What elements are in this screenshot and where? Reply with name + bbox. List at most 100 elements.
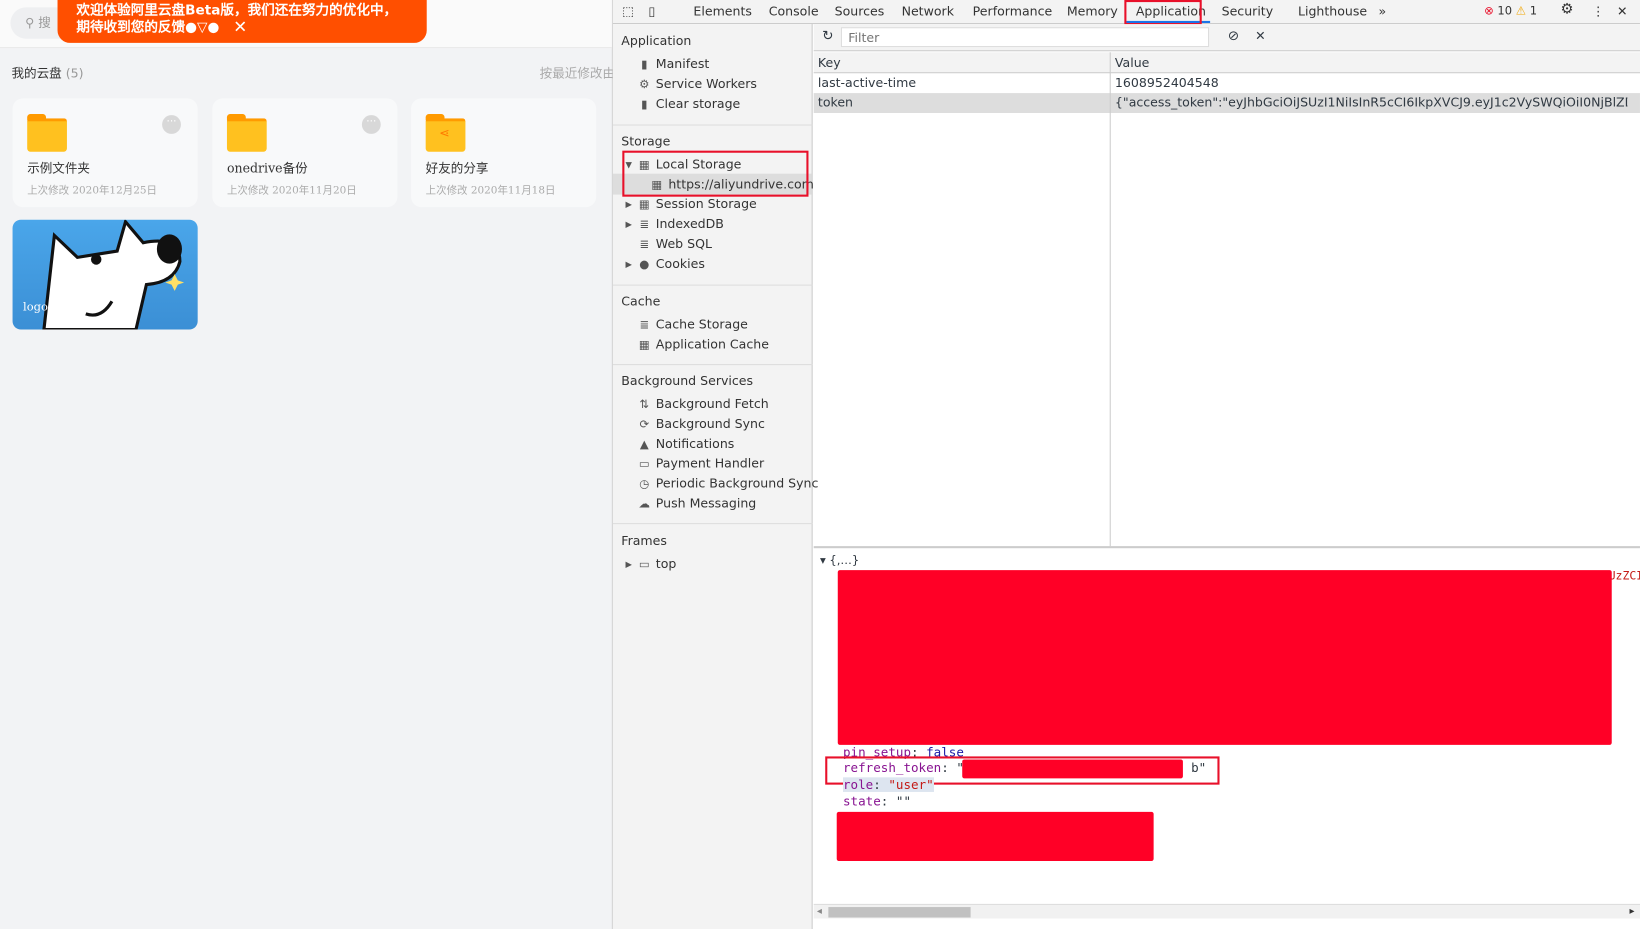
object-root: {,…} xyxy=(829,553,860,568)
more-icon[interactable]: ··· xyxy=(162,115,181,134)
scroll-left-icon[interactable]: ◀ xyxy=(817,906,822,915)
item-label: IndexedDB xyxy=(655,216,724,232)
collapsed-arrow-icon[interactable]: ▶ xyxy=(625,259,631,268)
tab-console[interactable]: Console xyxy=(769,4,819,19)
bell-icon: ▲ xyxy=(639,437,649,451)
file-icon: ▮ xyxy=(641,57,648,72)
object-expander[interactable]: ▾ {,…} xyxy=(820,553,859,567)
item-label: Notifications xyxy=(655,436,735,451)
section-heading-cache: Cache xyxy=(621,293,661,309)
sidebar-item-web-sql[interactable]: ≣ Web SQL xyxy=(637,236,712,251)
sidebar-item-cookies[interactable]: ● Cookies xyxy=(637,256,705,271)
delete-selected-icon[interactable]: ✕ xyxy=(1255,28,1266,43)
more-tabs-button[interactable]: » xyxy=(1378,4,1386,19)
tab-security[interactable]: Security xyxy=(1222,4,1274,19)
divider xyxy=(612,523,813,525)
sidebar-item-clear-storage[interactable]: ▮ Clear storage xyxy=(637,96,740,111)
sidebar-item-cache-storage[interactable]: ≣ Cache Storage xyxy=(637,317,747,332)
devtools-panel: ⬚ ▯ Elements Console Sources Network Per… xyxy=(612,0,1640,929)
sidebar-item-background-sync[interactable]: ⟳ Background Sync xyxy=(637,416,764,431)
item-label: Background Fetch xyxy=(655,396,769,412)
local-storage-table: Key Value last-active-time 1608952404548… xyxy=(813,52,1640,549)
folder-card[interactable]: ··· 示例文件夹 上次修改 2020年12月25日 xyxy=(12,98,198,208)
sidebar-item-manifest[interactable]: ▮ Manifest xyxy=(637,56,709,71)
device-toolbar-icon[interactable]: ▯ xyxy=(648,4,655,19)
folder-icon xyxy=(27,114,67,152)
folder-card[interactable]: ··· onedrive备份 上次修改 2020年11月20日 xyxy=(212,98,398,208)
table-header: Key Value xyxy=(813,52,1640,74)
error-count-text: 10 xyxy=(1497,4,1513,18)
filter-input[interactable] xyxy=(840,27,1210,48)
tab-performance[interactable]: Performance xyxy=(973,4,1053,19)
prop-value: "" xyxy=(895,794,912,809)
column-divider xyxy=(1109,52,1111,547)
item-label: Periodic Background Sync xyxy=(655,476,819,491)
toast-line2: 期待收到您的反馈●▽● xyxy=(76,19,220,36)
scroll-right-icon[interactable]: ▶ xyxy=(1630,906,1635,915)
sort-dropdown[interactable]: 按最近修改由 xyxy=(540,64,615,82)
beta-toast: 欢迎体验阿里云盘Beta版，我们还在努力的优化中， 期待收到您的反馈●▽● ✕ xyxy=(57,0,427,43)
table-row[interactable]: last-active-time 1608952404548 xyxy=(814,73,1640,93)
item-label: Cookies xyxy=(655,256,705,271)
inspect-icon[interactable]: ⬚ xyxy=(622,4,634,19)
row-key: last-active-time xyxy=(817,75,917,90)
sidebar-item-background-fetch[interactable]: ⇅ Background Fetch xyxy=(637,396,769,412)
tab-network[interactable]: Network xyxy=(902,4,954,19)
column-header-value[interactable]: Value xyxy=(1115,55,1149,70)
item-label: Session Storage xyxy=(655,196,757,212)
error-icon: ⊗ xyxy=(1484,4,1494,18)
sidebar-item-notifications[interactable]: ▲ Notifications xyxy=(637,436,734,451)
sidebar-item-payment-handler[interactable]: ▭ Payment Handler xyxy=(637,456,764,471)
database-icon: ≣ xyxy=(639,318,650,332)
row-key: token xyxy=(817,95,853,110)
section-title: 我的云盘 (5) xyxy=(12,64,84,82)
sidebar-item-indexeddb[interactable]: ≣ IndexedDB xyxy=(637,216,724,232)
folder-date: 上次修改 2020年11月18日 xyxy=(425,185,556,197)
collapsed-arrow-icon[interactable]: ▶ xyxy=(625,220,631,229)
highlight-box-local-storage xyxy=(622,150,809,197)
share-icon: ⋖ xyxy=(439,125,450,141)
settings-gear-icon[interactable]: ⚙ xyxy=(1560,1,1573,18)
folder-card[interactable]: ⋖ 好友的分享 上次修改 2020年11月18日 xyxy=(411,98,597,208)
tab-lighthouse[interactable]: Lighthouse xyxy=(1298,4,1367,19)
clear-all-icon[interactable]: ⊘ xyxy=(1228,28,1239,44)
image-card[interactable]: logo.jpg xyxy=(12,219,198,330)
tab-elements[interactable]: Elements xyxy=(693,4,752,19)
sidebar-item-application-cache[interactable]: ▦ Application Cache xyxy=(637,337,769,352)
storage-toolbar: ↻ ⊘ ✕ xyxy=(813,24,1640,52)
section-heading-background-services: Background Services xyxy=(621,373,754,389)
horizontal-scrollbar[interactable]: ◀ ▶ xyxy=(813,903,1640,919)
frame-icon: ▭ xyxy=(638,557,650,572)
highlight-box-application-tab xyxy=(1124,0,1202,26)
item-label: Clear storage xyxy=(655,96,741,111)
shared-folder-icon: ⋖ xyxy=(425,114,466,152)
kebab-menu-icon[interactable]: ⋮ xyxy=(1592,4,1605,19)
prop-key: state xyxy=(842,794,881,809)
tab-sources[interactable]: Sources xyxy=(835,4,885,19)
divider xyxy=(612,124,813,126)
table-row-selected[interactable]: token {"access_token":"eyJhbGciOiJSUzI1N… xyxy=(813,93,1640,113)
column-header-key[interactable]: Key xyxy=(818,55,841,70)
sidebar-item-session-storage[interactable]: ▦ Session Storage xyxy=(637,197,757,212)
item-label: Service Workers xyxy=(655,76,757,92)
refresh-icon[interactable]: ↻ xyxy=(822,28,833,44)
sidebar-item-frame-top[interactable]: ▭ top xyxy=(637,557,677,572)
sidebar-item-service-workers[interactable]: ⚙ Service Workers xyxy=(637,76,757,91)
error-count[interactable]: ⊗ 10 ⚠ 1 xyxy=(1484,4,1537,18)
item-label: Manifest xyxy=(655,56,710,72)
divider xyxy=(612,364,813,366)
more-icon[interactable]: ··· xyxy=(361,115,381,134)
close-devtools-icon[interactable]: ✕ xyxy=(1617,4,1628,19)
collapsed-arrow-icon[interactable]: ▶ xyxy=(625,200,631,209)
sidebar-item-push-messaging[interactable]: ☁ Push Messaging xyxy=(637,496,757,511)
card-icon: ▭ xyxy=(638,457,650,471)
tab-memory[interactable]: Memory xyxy=(1067,4,1118,19)
collapsed-arrow-icon[interactable]: ▶ xyxy=(625,560,631,569)
sidebar-item-periodic-background-sync[interactable]: ◷ Periodic Background Sync xyxy=(637,476,818,491)
toast-close-button[interactable]: ✕ xyxy=(233,18,247,36)
partial-value: UzZCI xyxy=(1608,569,1640,583)
scrollbar-thumb[interactable] xyxy=(828,907,971,918)
trash-icon: ▮ xyxy=(641,97,648,111)
clock-icon: ◷ xyxy=(639,477,650,491)
image-name: logo.jpg xyxy=(23,300,70,314)
